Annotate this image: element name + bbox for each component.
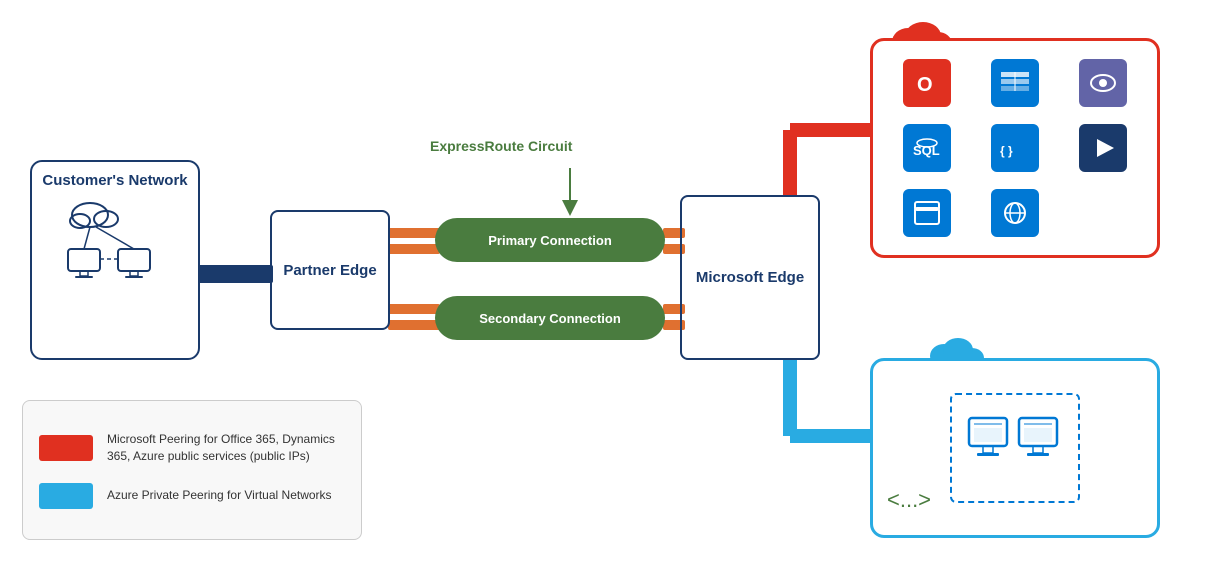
svg-text:{ }: { } bbox=[1000, 144, 1013, 158]
svg-text:<...>: <...> bbox=[887, 487, 931, 512]
svg-text:O: O bbox=[917, 74, 933, 96]
primary-connection-pill: Primary Connection bbox=[435, 218, 665, 262]
legend-item-blue: Azure Private Peering for Virtual Networ… bbox=[39, 483, 345, 509]
partner-edge-label: Partner Edge bbox=[283, 262, 376, 279]
table-storage-icon bbox=[991, 59, 1039, 107]
partner-edge-box: Partner Edge bbox=[270, 210, 390, 330]
customer-network-label: Customer's Network bbox=[42, 172, 187, 189]
legend-color-red bbox=[39, 435, 93, 461]
legend-box: Microsoft Peering for Office 365, Dynami… bbox=[22, 400, 362, 540]
vm-icon bbox=[965, 408, 1065, 488]
media-services-icon bbox=[1079, 124, 1127, 172]
diagram-container: Customer's Network Partner Edge ExpressR… bbox=[0, 0, 1215, 581]
sql-icon: SQL bbox=[903, 124, 951, 172]
office-icon: O bbox=[903, 59, 951, 107]
legend-item-red: Microsoft Peering for Office 365, Dynami… bbox=[39, 431, 345, 465]
vnet-inner-box bbox=[950, 393, 1080, 503]
hdinsight-icon bbox=[1079, 59, 1127, 107]
legend-text-blue: Azure Private Peering for Virtual Networ… bbox=[107, 487, 332, 504]
web-sites-icon bbox=[991, 189, 1039, 237]
primary-connection-label: Primary Connection bbox=[488, 233, 612, 248]
network-computers-icon bbox=[60, 197, 170, 287]
azure-private-box: <...> bbox=[870, 358, 1160, 538]
storage-icon bbox=[903, 189, 951, 237]
expressroute-label: ExpressRoute Circuit bbox=[430, 138, 572, 154]
secondary-connection-label: Secondary Connection bbox=[479, 311, 621, 326]
ms-services-box: O SQL bbox=[870, 38, 1160, 258]
legend-text-red: Microsoft Peering for Office 365, Dynami… bbox=[107, 431, 345, 465]
secondary-connection-pill: Secondary Connection bbox=[435, 296, 665, 340]
microsoft-edge-label: Microsoft Edge bbox=[696, 269, 804, 286]
legend-color-blue bbox=[39, 483, 93, 509]
peering-dots-icon: <...> bbox=[887, 487, 937, 513]
customer-network-box: Customer's Network bbox=[30, 160, 200, 360]
blob-storage-icon: { } bbox=[991, 124, 1039, 172]
microsoft-edge-box: Microsoft Edge bbox=[680, 195, 820, 360]
